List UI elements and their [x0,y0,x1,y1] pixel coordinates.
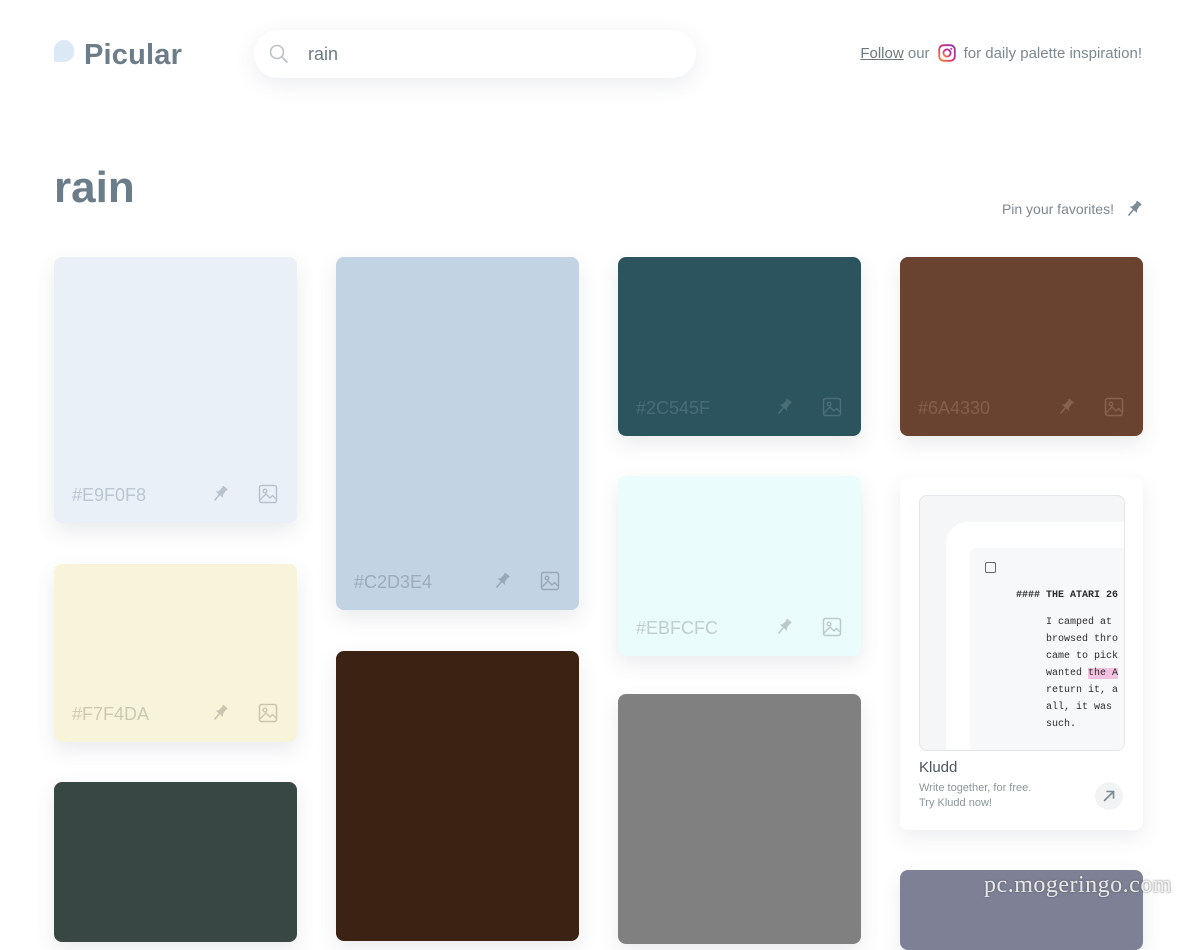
swatch-hex-label: #2C545F [636,398,711,418]
swatch-hex-label: #E9F0F8 [72,485,147,505]
pin-icon[interactable] [773,396,795,418]
color-swatch-card[interactable] [336,651,579,941]
pin-hint-text: Pin your favorites! [1001,201,1114,217]
color-swatch-card[interactable]: #F7F4DA [54,564,297,742]
insta-tail-text: for daily palette inspiration! [963,44,1142,62]
ad-document-preview: #### THE ATARI 26 I camped at browsed th… [970,548,1124,750]
pin-icon[interactable] [1055,396,1077,418]
ad-screenshot: #### THE ATARI 26 I camped at browsed th… [919,495,1125,751]
image-icon[interactable] [257,702,279,724]
swatch-hex-label: #6A4330 [918,398,991,418]
image-icon[interactable] [821,396,843,418]
ad-subtitle: Write together, for free. Try Kludd now! [919,782,1032,809]
ad-title: Kludd [919,759,958,776]
logo-mark-icon [54,40,74,62]
arrow-up-right-icon[interactable] [1095,782,1123,810]
swatch-hex-label: #C2D3E4 [354,572,433,592]
ad-document-text: I camped at browsed thro came to pick wa… [1046,617,1119,730]
swatch-hex-label: #EBFCFC [636,618,719,638]
pin-icon[interactable] [491,570,513,592]
watermark-text: pc.mogeringo.com [984,872,1172,898]
color-swatch-card[interactable] [54,782,297,942]
search-bar[interactable] [254,30,696,78]
color-swatch-card[interactable]: #E9F0F8 [54,257,297,523]
sponsored-card[interactable]: #### THE ATARI 26 I camped at browsed th… [900,478,1143,830]
color-swatch-card[interactable]: #EBFCFC [618,476,861,656]
logo[interactable]: Picular [54,38,182,72]
pin-icon[interactable] [773,616,795,638]
image-icon[interactable] [1103,396,1125,418]
image-icon[interactable] [539,570,561,592]
logo-text: Picular [84,38,183,71]
pin-hint: Pin your favorites! [1002,199,1144,219]
swatch-hex-label: #F7F4DA [72,704,150,724]
pin-icon[interactable] [209,483,231,505]
instagram-promo: Follow our for daily palette inspiration… [860,44,1142,62]
insta-our-text: our [907,44,930,62]
instagram-icon[interactable] [937,44,956,62]
pin-icon [1127,200,1142,217]
color-swatch-card[interactable]: #2C545F [618,257,861,436]
search-input[interactable] [306,42,670,66]
follow-link[interactable]: Follow [860,45,903,62]
page-title: rain [54,163,135,212]
pin-icon[interactable] [209,702,231,724]
search-icon [268,43,290,65]
image-icon[interactable] [257,483,279,505]
color-swatch-card[interactable]: #C2D3E4 [336,257,579,610]
color-swatch-card[interactable]: #6A4330 [900,257,1143,436]
color-swatch-card[interactable] [618,694,861,944]
sidebar-toggle-icon [985,562,996,573]
image-icon[interactable] [821,616,843,638]
